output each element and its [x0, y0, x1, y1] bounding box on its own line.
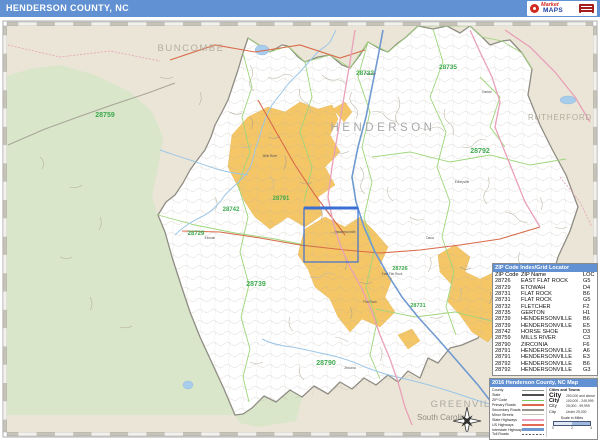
zip-label-28759: 28759: [95, 112, 115, 119]
svg-text:East Flat Rock: East Flat Rock: [382, 272, 403, 276]
svg-text:Hendersonville: Hendersonville: [334, 230, 355, 234]
county-label-rutherford: RUTHERFORD: [528, 113, 592, 122]
zip-label-28792: 28792: [470, 148, 490, 155]
legend-line-symbols: County State ZIP Code Primary Roads Seco…: [490, 387, 546, 437]
zip-label-28790: 28790: [316, 360, 336, 367]
legend-item: Toll Roads: [492, 432, 546, 437]
legend-cities: Cities and Towns City250,000 and above C…: [546, 387, 597, 437]
page-title: HENDERSON COUNTY, NC: [6, 3, 129, 13]
map-grid-ruler-top: [7, 22, 593, 26]
map-grid-ruler-left: [3, 26, 7, 432]
svg-text:Flat Rock: Flat Rock: [363, 300, 377, 304]
marketmaps-logo: Market MAPS: [527, 1, 597, 16]
zip-label-28729: 28729: [188, 231, 205, 237]
legend-title: 2016 Henderson County, NC Map: [490, 379, 597, 387]
svg-text:Gerton: Gerton: [482, 90, 492, 94]
svg-text:Etowah: Etowah: [205, 236, 216, 240]
zip-label-28735: 28735: [439, 64, 457, 71]
zip-code-index-table: ZIP Code Index/Grid Locator ZIP Code ZIP…: [492, 263, 598, 376]
svg-text:Dana: Dana: [426, 236, 434, 240]
svg-text:Mills River: Mills River: [263, 154, 279, 158]
logo-mark-icon: [530, 4, 539, 13]
zip-label-28742: 28742: [223, 207, 240, 213]
scale-label: Scale in Miles: [549, 416, 595, 420]
svg-text:Edneyville: Edneyville: [455, 180, 470, 184]
zip-table-header: ZIP Code Index/Grid Locator: [493, 264, 597, 272]
zip-label-28732: 28732: [356, 70, 374, 77]
county-label-buncombe: BUNCOMBE: [158, 43, 225, 54]
logo-name-bottom: MAPS: [543, 7, 563, 14]
zip-label-28739: 28739: [246, 281, 266, 288]
legend-city-item: CityUnder 25,000: [549, 409, 595, 415]
zip-label-28791: 28791: [273, 196, 290, 202]
svg-text:Zirconia: Zirconia: [344, 366, 356, 370]
zip-label-28731: 28731: [410, 303, 425, 309]
zip-label-28726: 28726: [392, 266, 407, 272]
map-product-page: HENDERSON COUNTY, NC Market MAPS: [0, 0, 600, 442]
title-bar: HENDERSON COUNTY, NC Market MAPS: [0, 0, 600, 17]
county-label-henderson: HENDERSON: [331, 122, 436, 134]
table-row: 28792HENDERSONVILLEG3: [493, 367, 597, 373]
map-legend: 2016 Henderson County, NC Map County Sta…: [489, 378, 598, 440]
scale-bar: Scale in Miles 024: [549, 416, 595, 430]
logo-badge-icon: [579, 4, 594, 13]
